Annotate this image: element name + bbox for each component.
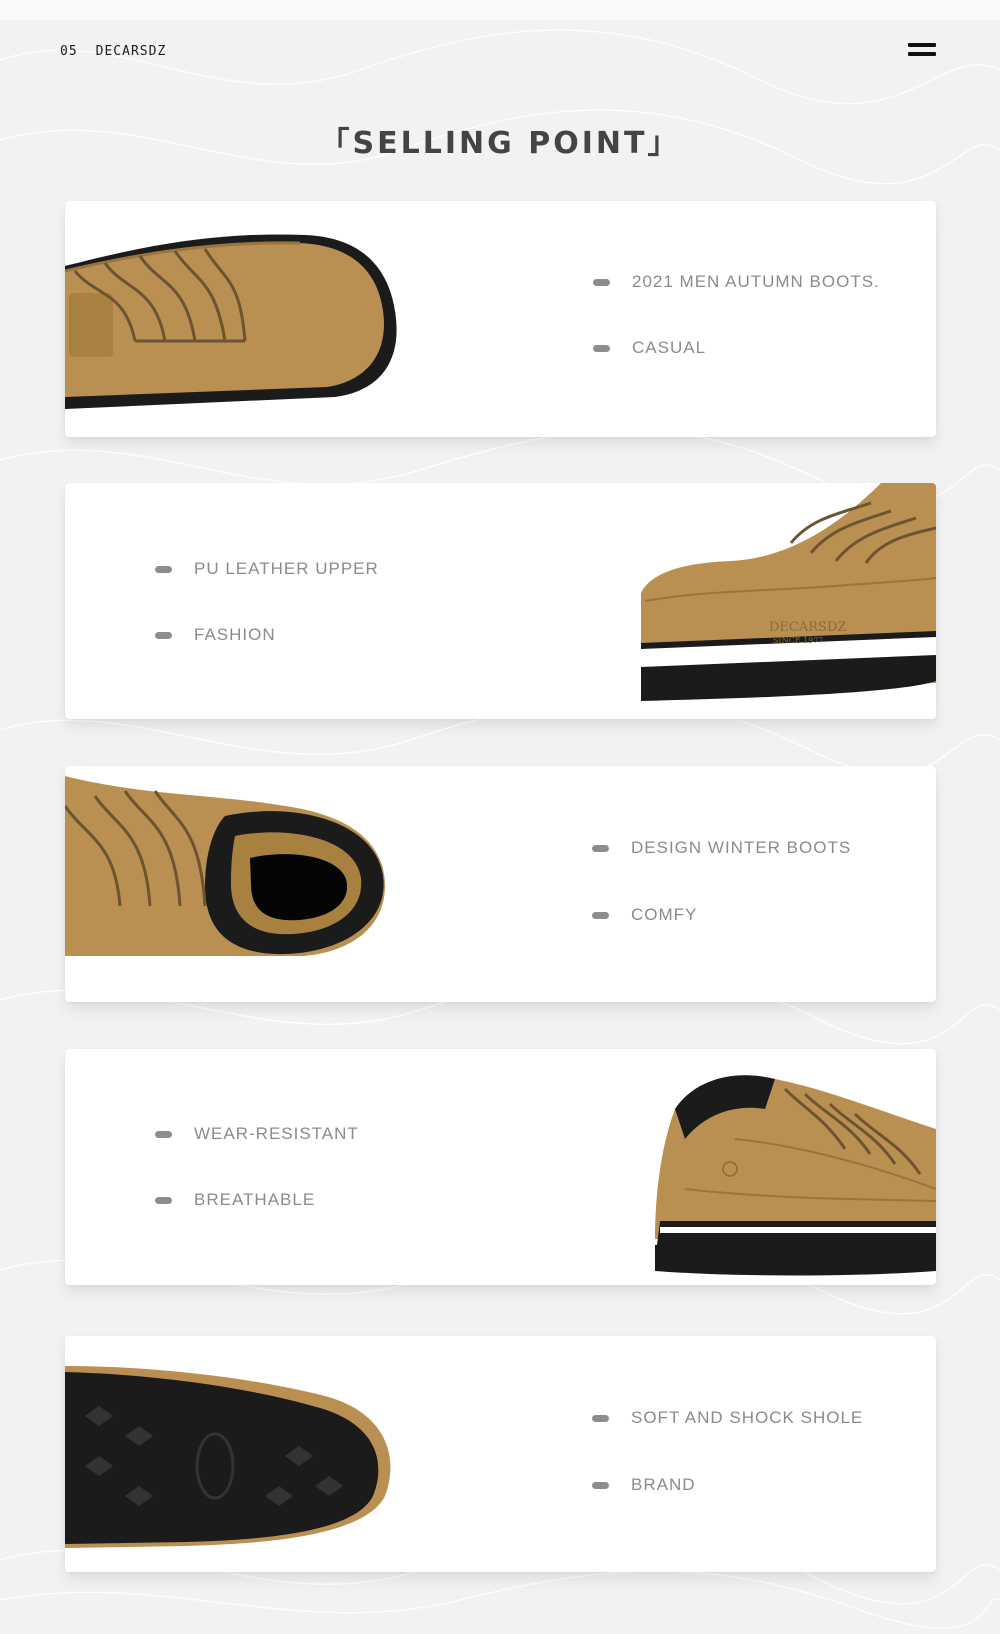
selling-point-card-3: DESIGN WINTER BOOTS COMFY [65,766,936,1002]
dash-bullet-icon [155,565,172,573]
dash-bullet-icon [155,1196,172,1204]
feature-text: COMFY [631,905,698,924]
feature-text: CASUAL [632,338,707,357]
selling-point-card-2: PU LEATHER UPPER FASHION DECARSDZ SINCE … [65,483,936,719]
brand-name: DECARSDZ [95,44,167,59]
feature-text: SOFT AND SHOCK SHOLE [631,1408,864,1427]
feature-row: 2021 MEN AUTUMN BOOTS. [593,272,880,292]
feature-row: WEAR-RESISTANT [155,1124,359,1144]
dash-bullet-icon [155,1130,172,1138]
dash-bullet-icon [593,344,610,352]
selling-point-card-1: 2021 MEN AUTUMN BOOTS. CASUAL [65,201,936,437]
page-header: 05 DECARSDZ [60,44,166,59]
feature-text: PU LEATHER UPPER [194,559,379,578]
feature-text: BRAND [631,1475,696,1494]
page-title: 「SELLING POINT」 [319,126,681,161]
svg-text:SINCE 1977: SINCE 1977 [773,636,824,645]
feature-row: CASUAL [593,338,706,358]
feature-row: COMFY [592,905,697,925]
boot-side-toe-image: DECARSDZ SINCE 1977 [641,483,936,701]
dash-bullet-icon [155,631,172,639]
selling-point-card-4: WEAR-RESISTANT BREATHABLE [65,1049,936,1285]
feature-text: 2021 MEN AUTUMN BOOTS. [632,272,880,291]
feature-text: BREATHABLE [194,1190,316,1209]
svg-text:DECARSDZ: DECARSDZ [769,620,846,635]
top-strip [0,0,1000,20]
feature-row: BRAND [592,1475,696,1495]
feature-row: SOFT AND SHOCK SHOLE [592,1408,863,1428]
feature-text: WEAR-RESISTANT [194,1124,359,1143]
dash-bullet-icon [592,1481,609,1489]
boot-side-view-image [655,1075,936,1276]
feature-row: FASHION [155,625,276,645]
hamburger-menu-icon[interactable] [908,43,936,59]
feature-text: FASHION [194,625,276,644]
dash-bullet-icon [592,911,609,919]
page-number: 05 [60,44,78,59]
feature-text: DESIGN WINTER BOOTS [631,838,852,857]
dash-bullet-icon [593,278,610,286]
feature-row: DESIGN WINTER BOOTS [592,838,851,858]
feature-row: BREATHABLE [155,1190,315,1210]
boot-top-view-image [65,234,405,437]
boot-collar-view-image [65,776,395,1002]
dash-bullet-icon [592,1414,609,1422]
boot-sole-image [65,1366,405,1572]
selling-point-card-5: SOFT AND SHOCK SHOLE BRAND [65,1336,936,1572]
feature-row: PU LEATHER UPPER [155,559,379,579]
dash-bullet-icon [592,844,609,852]
